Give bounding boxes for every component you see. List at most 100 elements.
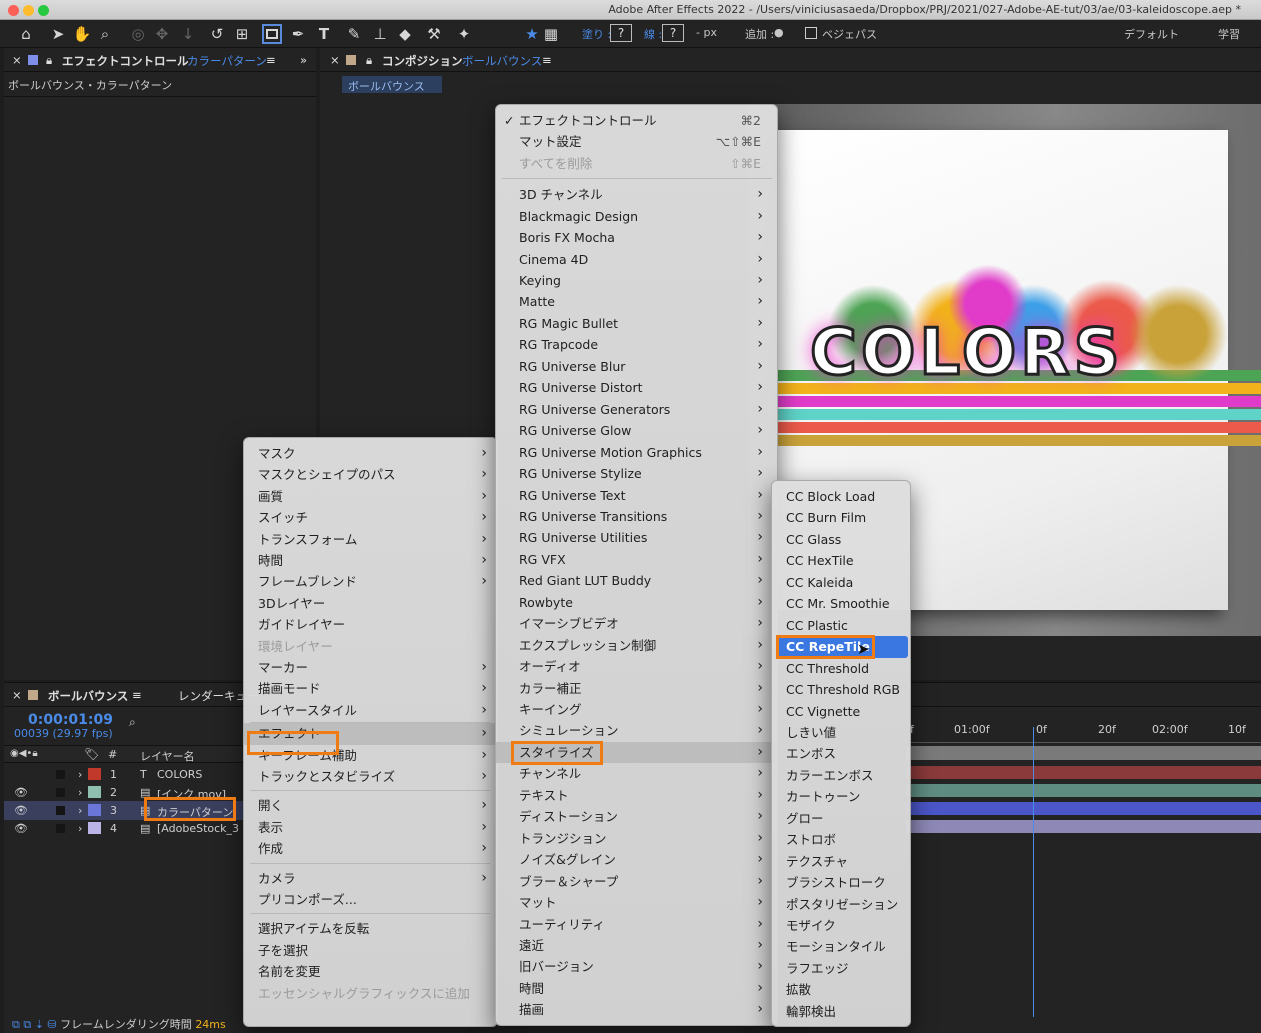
expand-chevron-icon[interactable]: › xyxy=(78,768,82,781)
add-dropdown-icon[interactable]: ● xyxy=(774,26,784,39)
rectangle-tool-icon[interactable] xyxy=(262,24,282,44)
effect-category-item[interactable]: エクスプレッション制御 › xyxy=(496,635,777,656)
effect-category-item[interactable]: RG Magic Bullet › xyxy=(496,313,777,334)
effect-category-item[interactable]: Cinema 4D › xyxy=(496,249,777,270)
effect-category-item[interactable]: Keying › xyxy=(496,270,777,291)
effect-category-item[interactable]: ブラー＆シャープ › xyxy=(496,871,777,892)
effect-category-item[interactable]: マット › xyxy=(496,892,777,913)
effect-category-item[interactable]: 旧バージョン › xyxy=(496,956,777,977)
stylize-effect-item[interactable]: ストロボ xyxy=(772,829,910,850)
context-menu-item[interactable]: レイヤースタイル › xyxy=(244,700,497,721)
rotate-tool-icon[interactable]: ↺ xyxy=(207,24,227,44)
composition-tab[interactable]: × 🔒︎ コンポジション ボールバウンス ≡ xyxy=(320,48,1261,72)
stroke-swatch[interactable]: ? xyxy=(662,24,684,42)
workspace-default[interactable]: デフォルト xyxy=(1124,26,1179,42)
stylize-effect-item[interactable]: エンボス xyxy=(772,743,910,764)
label-color-swatch[interactable] xyxy=(88,786,101,798)
stylize-effect-item[interactable]: ブラシストローク xyxy=(772,872,910,893)
effect-category-item[interactable]: 遠近 › xyxy=(496,935,777,956)
close-window-button[interactable] xyxy=(8,5,19,16)
context-menu-item[interactable]: 表示 › xyxy=(244,817,497,838)
effect-category-item[interactable]: RG Universe Text › xyxy=(496,485,777,506)
context-menu-item[interactable]: マスク › xyxy=(244,443,497,464)
stroke-width[interactable]: - px xyxy=(696,26,717,39)
stylize-effect-item[interactable]: しきい値 xyxy=(772,722,910,743)
layer-1-track[interactable] xyxy=(906,766,1261,779)
stylize-effect-item[interactable]: ラフエッジ xyxy=(772,958,910,979)
effect-category-item[interactable]: Boris FX Mocha › xyxy=(496,227,777,248)
effect-category-item[interactable]: RG Universe Distort › xyxy=(496,377,777,398)
effect-controls-tab[interactable]: × 🔒︎ エフェクトコントロール カラーパターン ≡ » xyxy=(4,48,316,72)
expand-panels-icon[interactable]: » xyxy=(300,53,307,67)
lock-icon[interactable]: 🔒︎ xyxy=(46,53,52,68)
effect-category-item[interactable]: Rowbyte › xyxy=(496,592,777,613)
close-tab-icon[interactable]: × xyxy=(12,53,22,67)
add-label[interactable]: 追加 : xyxy=(745,26,774,42)
layer-name-column[interactable]: レイヤー名 xyxy=(140,748,195,764)
context-menu-item[interactable]: 選択アイテムを反転 xyxy=(244,918,497,939)
stylize-effect-item[interactable]: テクスチャ xyxy=(772,851,910,872)
panel-menu-icon[interactable]: ≡ xyxy=(542,53,552,67)
effect-category-item[interactable]: オーディオ › xyxy=(496,656,777,677)
panel-menu-icon[interactable]: ≡ xyxy=(132,688,142,702)
context-menu-item[interactable]: 名前を変更 xyxy=(244,961,497,982)
effect-category-item[interactable]: RG VFX › xyxy=(496,549,777,570)
effect-category-item[interactable]: イマーシブビデオ › xyxy=(496,613,777,634)
label-color-swatch[interactable] xyxy=(88,804,101,816)
stylize-effect-item[interactable]: CC Threshold RGB xyxy=(772,679,910,700)
camera-tool-icon[interactable]: ◎ xyxy=(128,24,148,44)
lock-switch[interactable] xyxy=(56,824,65,833)
effect-category-item[interactable]: ディストーション › xyxy=(496,806,777,827)
stylize-effect-item[interactable]: モザイク xyxy=(772,915,910,936)
effect-category-item[interactable]: トランジション › xyxy=(496,828,777,849)
layer-row[interactable]: 👁︎ › 4 ▤ [AdobeStock_3 xyxy=(4,819,244,838)
context-menu-item[interactable]: 3Dレイヤー xyxy=(244,593,497,614)
stylize-effect-item[interactable]: 拡散 xyxy=(772,979,910,1000)
context-menu-item[interactable]: スイッチ › xyxy=(244,507,497,528)
orbit-tool-icon[interactable]: ↓ xyxy=(178,24,198,44)
grid-toggle-icon[interactable]: ▦ xyxy=(541,24,561,44)
stylize-effect-item[interactable]: CC HexTile xyxy=(772,550,910,571)
effect-category-item[interactable]: シミュレーション › xyxy=(496,720,777,741)
bezier-checkbox[interactable] xyxy=(805,27,817,39)
context-menu-item[interactable]: トランスフォーム › xyxy=(244,529,497,550)
minimize-window-button[interactable] xyxy=(23,5,34,16)
context-menu-item[interactable]: カメラ › xyxy=(244,868,497,889)
label-column-icon[interactable]: 🏷︎ xyxy=(84,747,99,761)
type-tool-icon[interactable]: T xyxy=(314,24,334,44)
lock-switch[interactable] xyxy=(56,770,65,779)
layer-name[interactable]: [AdobeStock_3 xyxy=(157,822,239,835)
zoom-tool-icon[interactable]: ⌕ xyxy=(95,24,115,44)
stylize-effect-item[interactable]: CC Glass xyxy=(772,529,910,550)
fill-swatch[interactable]: ? xyxy=(610,24,632,42)
label-color-swatch[interactable] xyxy=(88,768,101,780)
expand-chevron-icon[interactable]: › xyxy=(78,804,82,817)
stylize-effect-item[interactable]: カラーエンボス xyxy=(772,765,910,786)
brush-tool-icon[interactable]: ✎ xyxy=(344,24,364,44)
stylize-effect-item[interactable]: CC Block Load xyxy=(772,486,910,507)
effect-category-item[interactable]: チャンネル › xyxy=(496,763,777,784)
effect-category-item[interactable]: キーイング › xyxy=(496,699,777,720)
effect-menu-item[interactable]: マット設定 ⌥⇧⌘E xyxy=(496,131,777,152)
expand-chevron-icon[interactable]: › xyxy=(78,786,82,799)
effect-category-item[interactable]: ノイズ&グレイン › xyxy=(496,849,777,870)
context-menu-item[interactable]: 開く › xyxy=(244,795,497,816)
anchor-tool-icon[interactable]: ⊞ xyxy=(232,24,252,44)
stylize-effect-item[interactable]: グロー xyxy=(772,808,910,829)
effect-category-item[interactable]: Blackmagic Design › xyxy=(496,206,777,227)
zoom-window-button[interactable] xyxy=(38,5,49,16)
workspace-learn[interactable]: 学習 xyxy=(1218,26,1240,42)
layer-row[interactable]: › 1 T COLORS xyxy=(4,765,244,784)
effect-category-item[interactable]: RG Universe Utilities › xyxy=(496,527,777,548)
effect-category-item[interactable]: テキスト › xyxy=(496,785,777,806)
effect-category-item[interactable]: 描画 › xyxy=(496,999,777,1020)
expand-chevron-icon[interactable]: › xyxy=(78,822,82,835)
context-menu-item[interactable]: 子を選択 xyxy=(244,940,497,961)
eye-icon[interactable]: 👁︎ xyxy=(14,804,28,817)
effect-category-item[interactable]: 3D チャンネル › xyxy=(496,184,777,205)
home-icon[interactable]: ⌂ xyxy=(16,24,36,44)
lock-icon[interactable]: 🔒︎ xyxy=(366,53,372,68)
eye-icon[interactable]: 👁︎ xyxy=(14,822,28,835)
layer-name[interactable]: COLORS xyxy=(157,768,202,781)
effect-category-item[interactable]: RG Universe Transitions › xyxy=(496,506,777,527)
